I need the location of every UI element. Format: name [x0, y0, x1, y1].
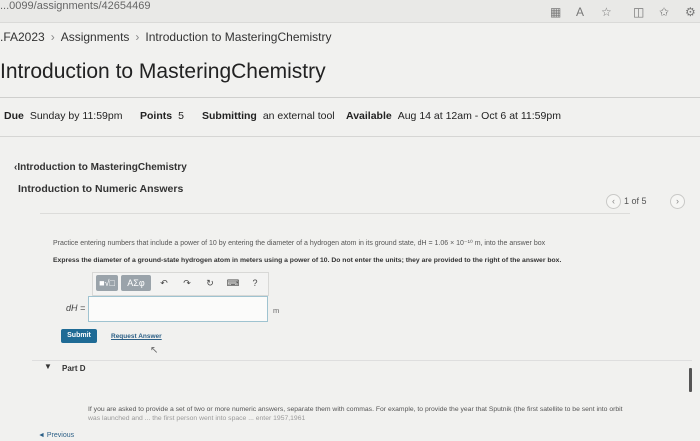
pager-prev-button[interactable]: ‹ — [606, 194, 621, 209]
points-meta: Points 5 — [140, 110, 184, 122]
pager-next-button[interactable]: › — [670, 194, 685, 209]
pointer-cursor-icon: ↖ — [150, 345, 159, 356]
question-text: Practice entering numbers that include a… — [53, 240, 546, 247]
submit-button[interactable]: Submit — [61, 329, 97, 343]
chevron-right-icon: › — [50, 30, 55, 44]
extensions-icon[interactable]: ⚙ — [685, 5, 696, 19]
answer-input[interactable] — [88, 296, 268, 322]
templates-button[interactable]: ■√□ — [96, 275, 118, 291]
reset-icon[interactable]: ↻ — [203, 275, 217, 291]
breadcrumb-current: Introduction to MasteringChemistry — [145, 30, 332, 44]
page-title: Introduction to MasteringChemistry — [0, 60, 326, 83]
keyboard-icon[interactable]: ⌨ — [225, 275, 241, 291]
breadcrumb-assignments[interactable]: Assignments — [61, 30, 130, 44]
favorites-icon[interactable]: ✩ — [659, 5, 669, 19]
part-d-header[interactable]: Part D — [62, 364, 86, 373]
answer-unit: m — [273, 306, 280, 315]
question-instruction: Express the diameter of a ground-state h… — [53, 257, 562, 264]
divider — [0, 97, 700, 98]
item-subtitle: Introduction to Numeric Answers — [18, 183, 184, 195]
breadcrumb: .FA2023 › Assignments › Introduction to Mast… — [0, 30, 331, 44]
divider — [40, 213, 630, 214]
submitting-meta: Submitting an external tool — [202, 110, 335, 122]
request-answer-link[interactable]: Request Answer — [111, 333, 162, 340]
back-to-assignment-link[interactable]: ‹Introduction to MasteringChemistry — [14, 162, 187, 173]
breadcrumb-course[interactable]: .FA2023 — [0, 30, 45, 44]
help-icon[interactable]: ? — [249, 275, 261, 291]
part-d-text-continued: was launched and ... the first person we… — [88, 415, 306, 422]
part-d-text: If you are asked to provide a set of two… — [88, 406, 623, 413]
previous-link[interactable]: ◄ Previous — [38, 432, 74, 439]
divider — [32, 360, 692, 361]
undo-icon[interactable]: ↶ — [157, 275, 171, 291]
scrollbar[interactable] — [689, 368, 692, 392]
available-meta: Available Aug 14 at 12am - Oct 6 at 11:59… — [346, 110, 561, 122]
redo-icon[interactable]: ↷ — [180, 275, 194, 291]
answer-label: dH = — [66, 303, 86, 313]
due-meta: Due Sunday by 11:59pm — [4, 110, 123, 122]
split-screen-icon[interactable]: ◫ — [633, 5, 644, 19]
favorite-star-icon[interactable]: ☆ — [601, 5, 612, 19]
collapse-caret-icon[interactable]: ▼ — [44, 362, 52, 371]
read-aloud-icon[interactable]: A — [576, 5, 584, 19]
chevron-right-icon: › — [135, 30, 140, 44]
greek-symbols-button[interactable]: ΑΣφ — [121, 275, 151, 291]
divider — [0, 136, 700, 137]
reader-icon[interactable]: ▦ — [550, 5, 561, 19]
url-bar[interactable]: ...0099/assignments/42654469 — [0, 0, 150, 12]
pager-status: 1 of 5 — [624, 196, 647, 206]
